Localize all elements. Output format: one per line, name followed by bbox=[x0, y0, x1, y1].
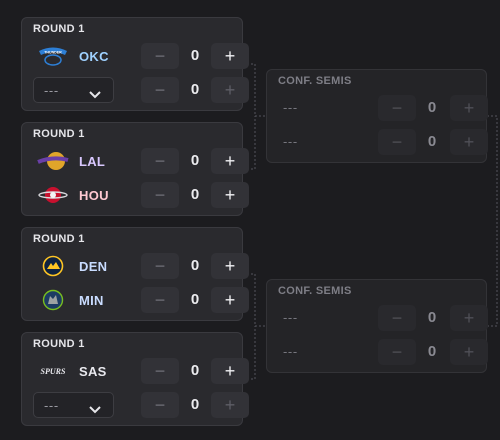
team-score: 0 bbox=[190, 152, 200, 169]
increment-score-button[interactable]: + bbox=[211, 43, 249, 69]
team-score: 0 bbox=[190, 81, 200, 98]
increment-score-button[interactable]: + bbox=[211, 392, 249, 418]
decrement-score-button[interactable]: − bbox=[141, 77, 179, 103]
increment-score-button[interactable]: + bbox=[450, 95, 488, 121]
nuggets-logo-icon bbox=[33, 254, 73, 278]
team-row: MIN − 0 + bbox=[33, 287, 249, 313]
increment-score-button[interactable]: + bbox=[450, 339, 488, 365]
team-row: --- − 0 + bbox=[33, 392, 249, 418]
decrement-score-button[interactable]: − bbox=[378, 339, 416, 365]
team-placeholder: --- bbox=[283, 100, 298, 115]
conf-semis-matchup-card: CONF. SEMIS --- − 0 + --- − 0 + bbox=[266, 69, 488, 163]
team-select-value: --- bbox=[44, 398, 59, 413]
round-title: ROUND 1 bbox=[33, 233, 85, 245]
conf-semis-matchup-card: CONF. SEMIS --- − 0 + --- − 0 + bbox=[266, 279, 488, 373]
team-placeholder: --- bbox=[283, 134, 298, 149]
round-title: ROUND 1 bbox=[33, 23, 85, 35]
decrement-score-button[interactable]: − bbox=[141, 392, 179, 418]
team-score: 0 bbox=[427, 133, 437, 150]
decrement-score-button[interactable]: − bbox=[378, 305, 416, 331]
decrement-score-button[interactable]: − bbox=[141, 148, 179, 174]
round1-matchup-card: ROUND 1 THUNDER OKC − 0 + --- − 0 + bbox=[21, 17, 249, 111]
team-score: 0 bbox=[427, 343, 437, 360]
team-select[interactable]: --- bbox=[33, 392, 114, 418]
decrement-score-button[interactable]: − bbox=[141, 358, 179, 384]
increment-score-button[interactable]: + bbox=[211, 253, 249, 279]
decrement-score-button[interactable]: − bbox=[378, 129, 416, 155]
team-abbr-sas: SAS bbox=[79, 364, 107, 379]
team-score: 0 bbox=[427, 309, 437, 326]
team-row: HOU − 0 + bbox=[33, 182, 249, 208]
chevron-down-icon bbox=[89, 86, 101, 104]
team-row: SPURS SAS − 0 + bbox=[33, 358, 249, 384]
round-title: ROUND 1 bbox=[33, 338, 85, 350]
svg-text:THUNDER: THUNDER bbox=[44, 51, 62, 55]
lakers-logo-icon bbox=[33, 149, 73, 173]
round1-matchup-card: ROUND 1 SPURS SAS − 0 + --- − 0 + bbox=[21, 332, 249, 426]
timberwolves-logo-icon bbox=[33, 288, 73, 312]
increment-score-button[interactable]: + bbox=[450, 129, 488, 155]
team-placeholder: --- bbox=[283, 310, 298, 325]
team-row: --- − 0 + bbox=[33, 77, 249, 103]
decrement-score-button[interactable]: − bbox=[141, 253, 179, 279]
team-score: 0 bbox=[190, 186, 200, 203]
decrement-score-button[interactable]: − bbox=[141, 182, 179, 208]
svg-text:SPURS: SPURS bbox=[41, 367, 66, 376]
increment-score-button[interactable]: + bbox=[211, 182, 249, 208]
team-score: 0 bbox=[190, 47, 200, 64]
increment-score-button[interactable]: + bbox=[211, 287, 249, 313]
team-abbr-okc: OKC bbox=[79, 49, 109, 64]
team-row: --- − 0 + bbox=[281, 305, 488, 331]
team-placeholder: --- bbox=[283, 344, 298, 359]
team-row: --- − 0 + bbox=[281, 339, 488, 365]
round1-matchup-card: ROUND 1 LAL − 0 + HOU − 0 + bbox=[21, 122, 249, 216]
team-score: 0 bbox=[190, 396, 200, 413]
team-abbr-min: MIN bbox=[79, 293, 104, 308]
round-title: CONF. SEMIS bbox=[278, 75, 352, 87]
team-row: --- − 0 + bbox=[281, 95, 488, 121]
round-title: CONF. SEMIS bbox=[278, 285, 352, 297]
increment-score-button[interactable]: + bbox=[211, 148, 249, 174]
team-score: 0 bbox=[427, 99, 437, 116]
increment-score-button[interactable]: + bbox=[211, 77, 249, 103]
spurs-logo-icon: SPURS bbox=[33, 359, 73, 383]
increment-score-button[interactable]: + bbox=[450, 305, 488, 331]
increment-score-button[interactable]: + bbox=[211, 358, 249, 384]
team-row: DEN − 0 + bbox=[33, 253, 249, 279]
decrement-score-button[interactable]: − bbox=[141, 287, 179, 313]
rockets-logo-icon bbox=[33, 183, 73, 207]
team-score: 0 bbox=[190, 362, 200, 379]
round1-matchup-card: ROUND 1 DEN − 0 + MIN − 0 + bbox=[21, 227, 249, 321]
chevron-down-icon bbox=[89, 401, 101, 419]
team-select[interactable]: --- bbox=[33, 77, 114, 103]
team-score: 0 bbox=[190, 257, 200, 274]
round-title: ROUND 1 bbox=[33, 128, 85, 140]
decrement-score-button[interactable]: − bbox=[378, 95, 416, 121]
team-row: --- − 0 + bbox=[281, 129, 488, 155]
team-row: THUNDER OKC − 0 + bbox=[33, 43, 249, 69]
team-abbr-hou: HOU bbox=[79, 188, 109, 203]
team-abbr-lal: LAL bbox=[79, 154, 106, 169]
team-row: LAL − 0 + bbox=[33, 148, 249, 174]
team-abbr-den: DEN bbox=[79, 259, 108, 274]
okc-logo-icon: THUNDER bbox=[33, 44, 73, 68]
team-select-value: --- bbox=[44, 83, 59, 98]
decrement-score-button[interactable]: − bbox=[141, 43, 179, 69]
team-score: 0 bbox=[190, 291, 200, 308]
